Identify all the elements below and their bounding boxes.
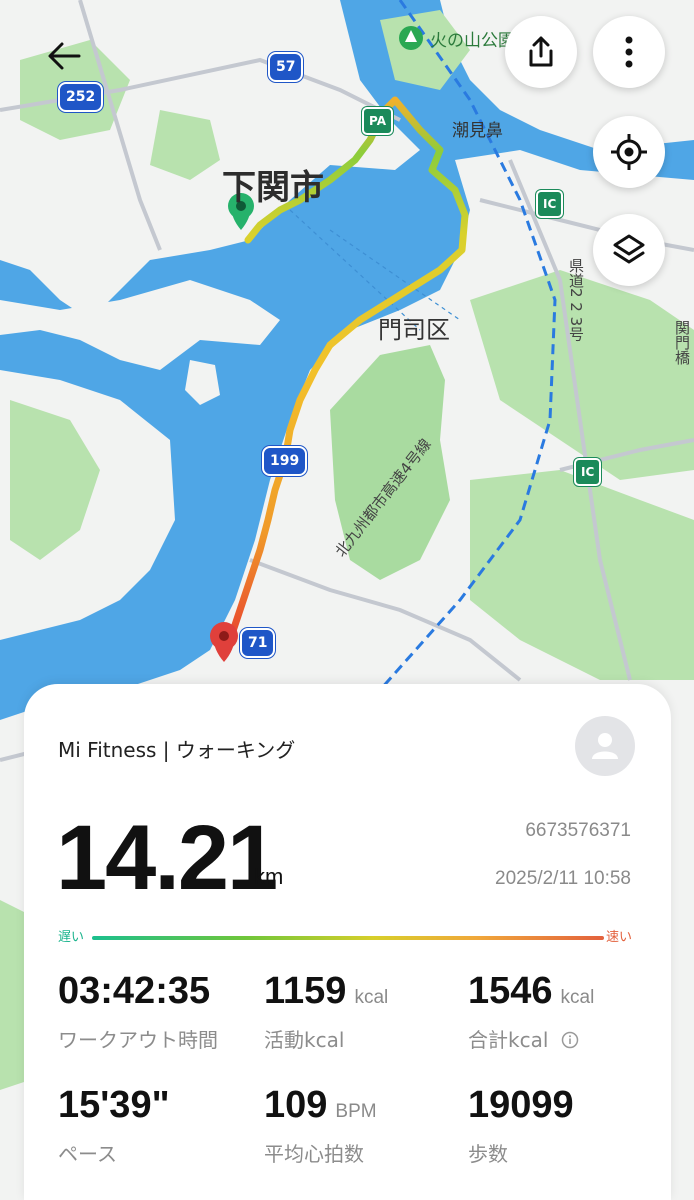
workout-summary-card: Mi Fitness | ウォーキング 14.21 km 6673576371 … — [24, 684, 671, 1200]
speed-slow-label: 遅い — [58, 930, 85, 945]
locate-button[interactable] — [593, 116, 665, 188]
locate-icon — [611, 134, 647, 170]
stat-value: 1159 — [264, 970, 347, 1012]
share-icon — [529, 36, 553, 67]
arrow-left-icon — [48, 42, 81, 70]
layers-button[interactable] — [593, 214, 665, 286]
stat-label: ワークアウト時間 — [58, 1028, 218, 1052]
map-label-bridge: 関門橋 — [673, 320, 691, 365]
stat-duration: 03:42:35 ワークアウト時間 — [58, 972, 218, 1053]
stat-label: ペース — [58, 1142, 117, 1166]
map-label-city: 下関市 — [222, 168, 324, 208]
workout-datetime: 2025/2/11 10:58 — [495, 868, 631, 889]
stat-value: 19099 — [468, 1084, 574, 1126]
stat-label-text: 合計kcal — [468, 1028, 549, 1052]
map-label-cape: 潮見鼻 — [452, 121, 503, 141]
map-label-park: 火の山公園 — [430, 31, 515, 51]
map-label-prefectural-road: 県道2 2 3号 — [567, 258, 585, 342]
stat-active-kcal: 1159 kcal 活動kcal — [264, 972, 388, 1053]
route-shield-71: 71 — [240, 628, 276, 658]
stat-value: 03:42:35 — [58, 970, 211, 1012]
more-vertical-icon — [625, 36, 633, 68]
ic-badge-north: IC — [536, 190, 564, 218]
stat-heart-rate: 109 BPM 平均心拍数 — [264, 1086, 377, 1167]
stat-total-kcal: 1546 kcal 合計kcal — [468, 972, 594, 1053]
more-button[interactable] — [593, 16, 665, 88]
stat-value: 1546 — [468, 970, 553, 1012]
stat-value: 109 — [264, 1084, 328, 1126]
user-icon — [592, 733, 618, 759]
stat-label: 歩数 — [468, 1142, 508, 1166]
distance-value: 14.21 — [56, 807, 278, 909]
avatar[interactable] — [575, 716, 635, 776]
stat-unit: BPM — [335, 1101, 377, 1122]
ic-badge-south: IC — [574, 458, 602, 486]
route-shield-199: 199 — [262, 446, 308, 476]
info-icon[interactable] — [561, 1031, 579, 1049]
back-button[interactable] — [40, 32, 88, 80]
speed-gradient-bar — [92, 936, 604, 940]
stat-unit: kcal — [560, 987, 595, 1008]
workout-id: 6673576371 — [525, 820, 631, 841]
stat-label: 合計kcal — [468, 1024, 594, 1053]
map-label-district: 門司区 — [378, 316, 450, 344]
stat-steps: 19099 歩数 — [468, 1086, 574, 1167]
stat-unit: kcal — [354, 987, 389, 1008]
app-title: Mi Fitness | ウォーキング — [58, 738, 296, 762]
route-shield-57: 57 — [268, 52, 304, 82]
distance-unit: km — [254, 864, 284, 889]
stat-label: 平均心拍数 — [264, 1142, 364, 1166]
speed-fast-label: 速い — [606, 930, 633, 945]
stat-value: 15'39" — [58, 1084, 170, 1126]
stat-pace: 15'39" ペース — [58, 1086, 170, 1167]
route-shield-252: 252 — [58, 82, 104, 112]
layers-icon — [613, 234, 645, 264]
pa-badge: PA — [362, 107, 393, 135]
stat-label: 活動kcal — [264, 1028, 345, 1052]
share-button[interactable] — [505, 16, 577, 88]
